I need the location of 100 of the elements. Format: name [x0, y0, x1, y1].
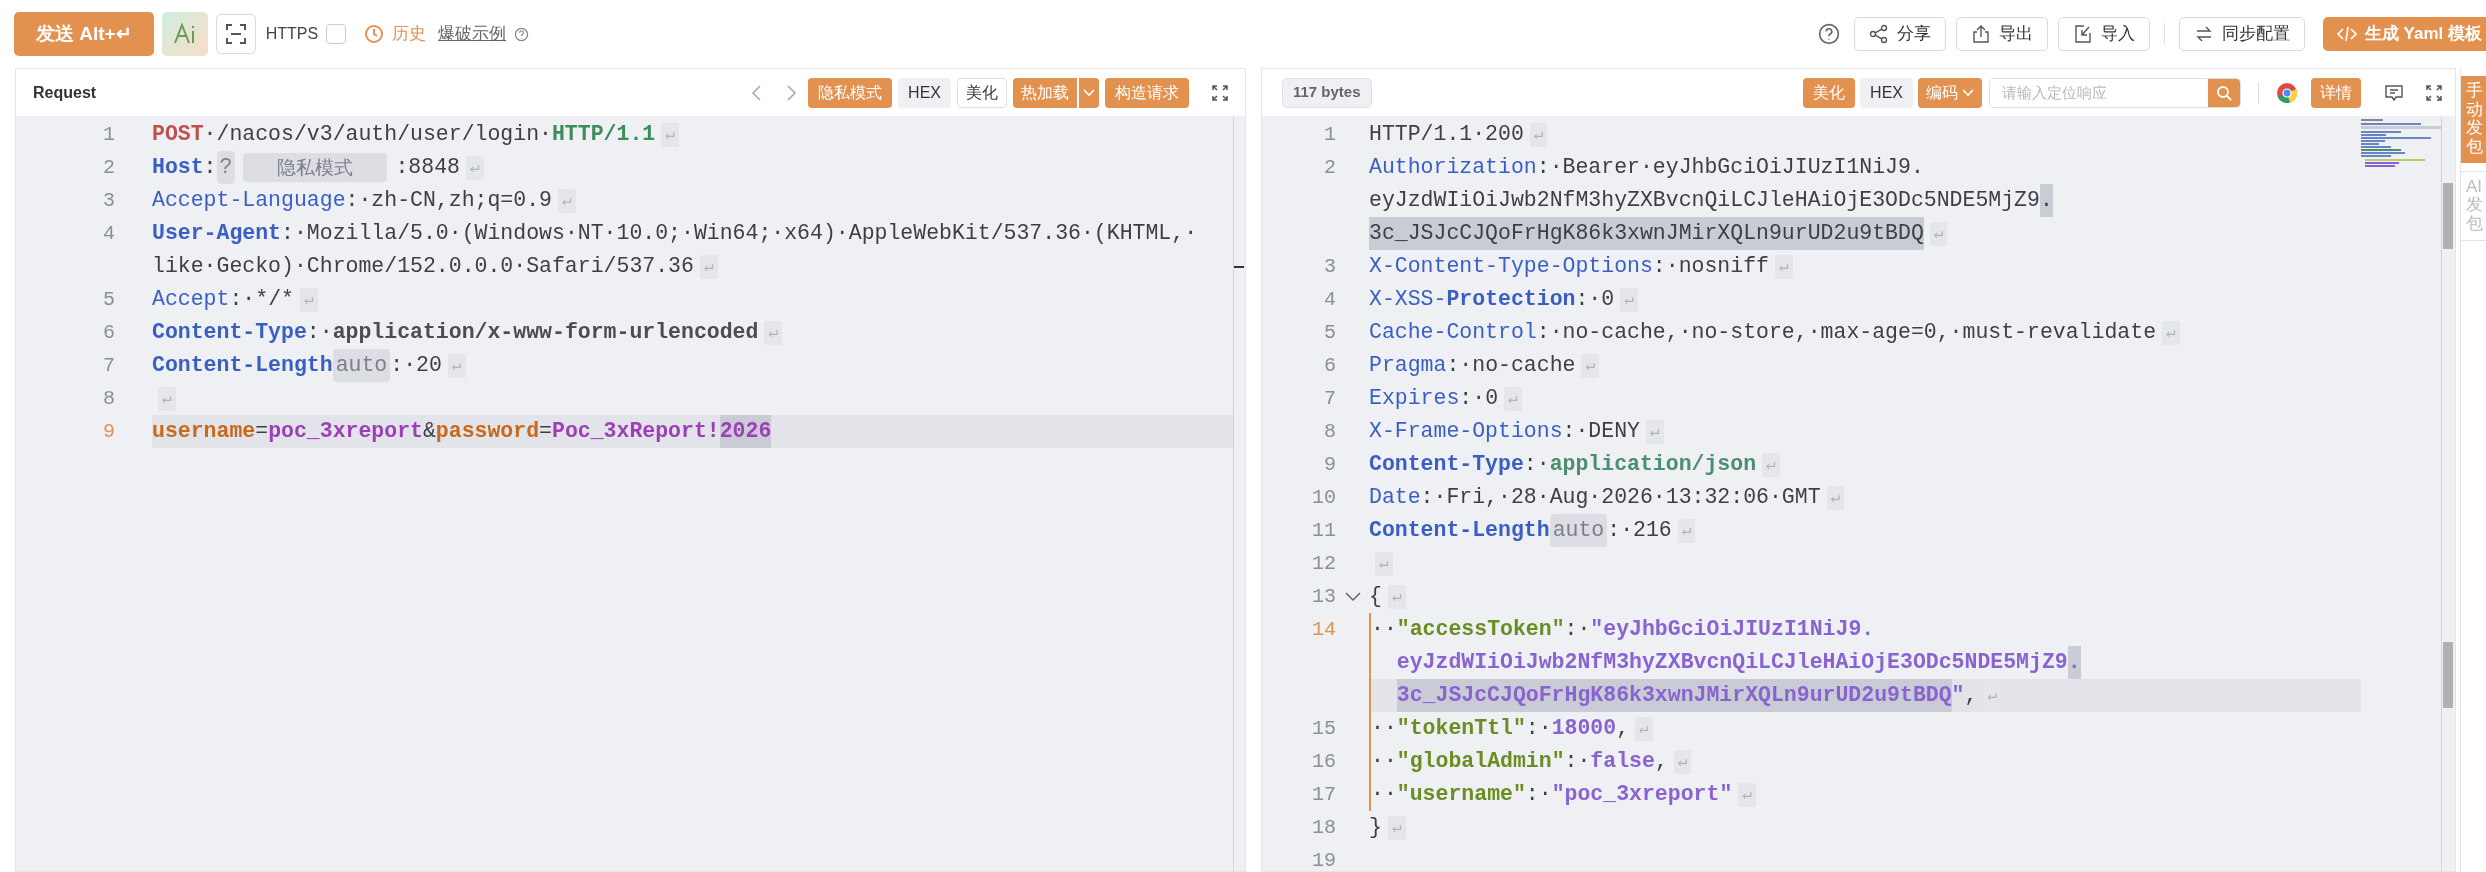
line-number: 15 — [1311, 715, 1336, 742]
toolbar-button[interactable]: 同步配置 — [2178, 17, 2305, 51]
share-icon — [1868, 24, 1889, 44]
browser-icon[interactable] — [2276, 81, 2298, 104]
line-number: 8 — [1323, 418, 1336, 445]
toolbar-button[interactable]: 美化 — [1803, 77, 1856, 108]
import-icon — [2072, 24, 2093, 44]
toolbar-button[interactable]: 导出 — [1955, 17, 2048, 51]
expand-icon[interactable] — [2425, 83, 2443, 102]
side-tab[interactable]: AI发包 — [2461, 170, 2486, 241]
line-number: 7 — [1323, 385, 1336, 412]
line-number: 6 — [102, 319, 115, 346]
search-icon — [2216, 84, 2232, 101]
code-line: Accept:·*/* ↵ — [152, 283, 318, 316]
toolbar-button[interactable]: HEX — [1860, 77, 1913, 108]
code-line: Pragma:·no-cache ↵ — [1369, 349, 1600, 382]
code-line: eyJzdWIiOiJwb2NfM3hyZXBvcnQiLCJleHAiOjE3ODc5NDE5MjZ9. — [1369, 184, 2053, 217]
https-label: HTTPS — [265, 24, 319, 44]
code-line: eyJzdWIiOiJwb2NfM3hyZXBvcnQiLCJleHAiOjE3ODc5NDE5MjZ9. — [1371, 646, 2081, 679]
search-button[interactable] — [2208, 78, 2240, 107]
line-number: 4 — [102, 220, 115, 247]
code-line: ··"accessToken":·"eyJhbGciOiJIUzI1NiJ9. — [1371, 616, 1875, 644]
code-line: X-Frame-Options:·DENY ↵ — [1369, 415, 1664, 448]
code-line: Host:? 隐私模式 :8848 ↵ — [152, 151, 484, 184]
toolbar-button[interactable]: 热加载 — [1013, 77, 1077, 108]
line-number: 10 — [1311, 484, 1336, 511]
toolbar-button[interactable]: HEX — [898, 77, 951, 108]
code-line: POST·/nacos/v3/auth/user/login·HTTP/1.1 ↵ — [152, 118, 679, 151]
upload-icon — [1970, 24, 1991, 44]
generate-yaml-button[interactable]: 生成 Yaml 模板 — [2322, 17, 2486, 51]
search-field[interactable]: 请输入定位响应 — [1989, 77, 2241, 108]
scrollbar-thumb[interactable] — [2443, 642, 2453, 708]
code-line: like·Gecko)·Chrome/152.0.0.0·Safari/537.36 ↵ — [152, 250, 718, 283]
line-number: 11 — [1311, 517, 1336, 544]
line-number: 5 — [102, 286, 115, 313]
line-number: 3 — [102, 187, 115, 214]
send-button[interactable]: 发送 Alt+↵ — [14, 12, 154, 56]
line-number: 4 — [1323, 286, 1336, 313]
code-line: Content-Length auto:·216 ↵ — [1369, 514, 1696, 547]
line-number: 9 — [102, 418, 115, 445]
code-line: Content-Type:·application/x-www-form-urlencoded ↵ — [152, 316, 783, 349]
code-line: ··"tokenTtl":·18000, ↵ — [1371, 712, 1653, 745]
toolbar-button[interactable]: 构造请求 — [1105, 77, 1189, 108]
code-line: ··"globalAdmin":·false, ↵ — [1371, 745, 1692, 778]
line-number: 8 — [102, 385, 115, 412]
line-number: 7 — [102, 352, 115, 379]
code-line: username=poc_3xreport&password=Poc_3xReport!2026 — [152, 415, 772, 448]
code-line: Authorization:·Bearer·eyJhbGciOiJIUzI1NiJ9. — [1369, 154, 1924, 182]
line-number: 18 — [1311, 814, 1336, 841]
scan-icon — [224, 23, 247, 45]
line-number: 6 — [1323, 352, 1336, 379]
caret-icon — [1962, 88, 1974, 97]
scrollbar-thumb[interactable] — [2443, 183, 2453, 249]
code-line: Content-Length auto:·20 ↵ — [152, 349, 466, 382]
panel-title: Request — [33, 82, 97, 103]
line-number: 3 — [1323, 253, 1336, 280]
code-line: { ↵ — [1369, 580, 1406, 613]
code-line: Cache-Control:·no-cache,·no-store,·max-age=0,·must-revalidate ↵ — [1369, 316, 2180, 349]
code-line: 3c_JSJcCJQoFrHgK86k3xwnJMirXQLn9urUD2u9tBDQ ↵ — [1369, 217, 1948, 250]
code-line: X-XSS-Protection:·0 ↵ — [1369, 283, 1638, 316]
line-number: 17 — [1311, 781, 1336, 808]
code-line: Accept-Language:·zh-CN,zh;q=0.9 ↵ — [152, 184, 576, 217]
clock-icon — [364, 24, 385, 44]
comment-icon[interactable] — [2384, 82, 2404, 103]
toolbar-button[interactable]: 分享 — [1853, 17, 1946, 51]
history-link[interactable]: 历史 — [392, 21, 427, 47]
code-line: } ↵ — [1369, 811, 1406, 844]
line-number: 12 — [1311, 550, 1336, 577]
line-number: 5 — [1323, 319, 1336, 346]
toolbar-button[interactable]: 美化 — [957, 77, 1007, 108]
dropdown-button[interactable] — [1079, 77, 1099, 108]
toolbar-button[interactable]: 编码 — [1918, 77, 1982, 108]
help-icon[interactable] — [1817, 23, 1840, 45]
line-number: 13 — [1311, 583, 1336, 610]
line-number: 16 — [1311, 748, 1336, 775]
expand-icon[interactable] — [1211, 83, 1229, 102]
fuzz-example-link[interactable]: 爆破示例 — [438, 21, 507, 47]
ai-button[interactable] — [161, 12, 208, 56]
next-icon[interactable] — [784, 83, 799, 102]
scan-button[interactable] — [215, 14, 256, 54]
line-number: 2 — [1323, 154, 1336, 181]
scroll-marker — [1234, 266, 1244, 268]
details-button[interactable]: 详情 — [2311, 77, 2361, 108]
code-line: Expires:·0 ↵ — [1369, 382, 1522, 415]
line-number: 2 — [102, 154, 115, 181]
code-line: HTTP/1.1·200 ↵ — [1369, 118, 1548, 151]
code-line: Content-Type:·application/json ↵ — [1369, 448, 1780, 481]
https-checkbox[interactable] — [326, 24, 347, 44]
side-tab[interactable]: 手动发包 — [2461, 76, 2486, 163]
line-number: 1 — [102, 121, 115, 148]
help-icon[interactable] — [514, 26, 530, 42]
caret-icon — [1083, 88, 1095, 97]
code-line: Date:·Fri,·28·Aug·2026·13:32:06·GMT ↵ — [1369, 481, 1845, 514]
line-number: 9 — [1323, 451, 1336, 478]
size-badge: 117 bytes — [1282, 77, 1372, 108]
code-icon — [2336, 25, 2357, 43]
line-number: 19 — [1311, 847, 1336, 872]
toolbar-button[interactable]: 导入 — [2057, 17, 2150, 51]
toolbar-button[interactable]: 隐私模式 — [808, 77, 893, 108]
line-number: 1 — [1323, 121, 1336, 148]
